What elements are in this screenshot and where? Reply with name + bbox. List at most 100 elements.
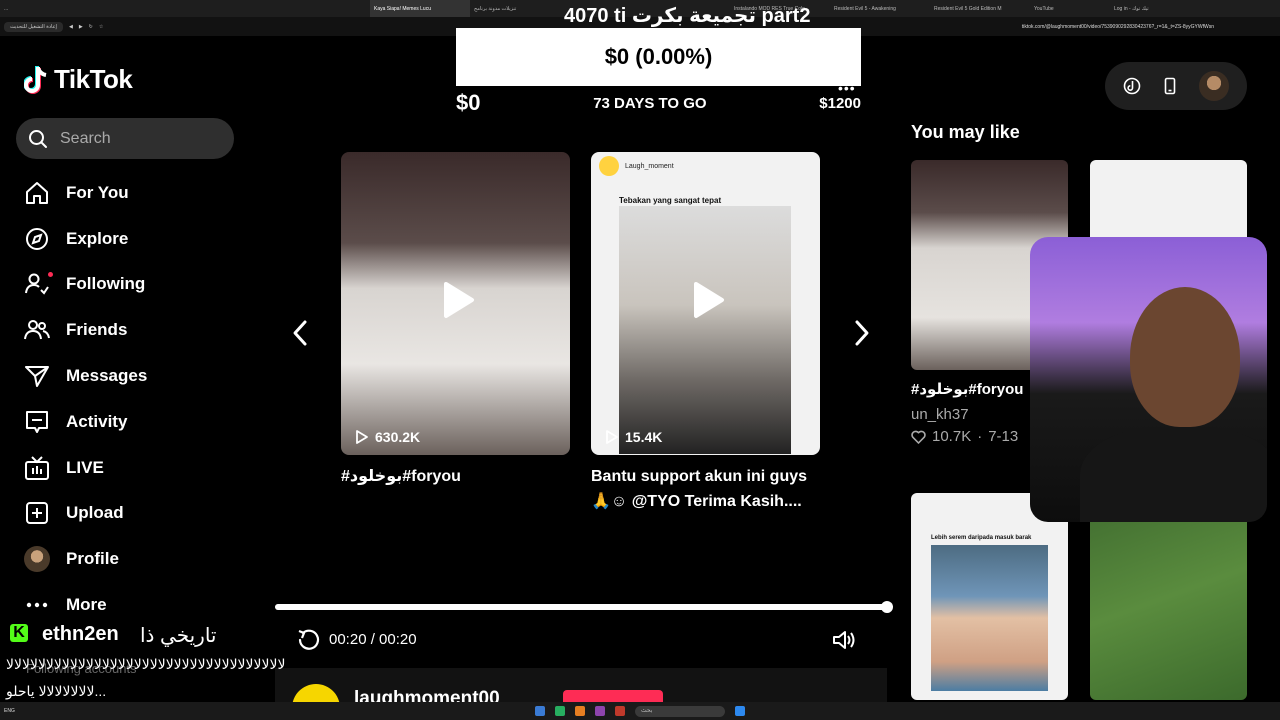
more-icon [26,602,48,608]
suggested-video[interactable]: Lebih serem daripada masuk barak [911,493,1068,700]
heart-icon [911,430,926,444]
play-outline-icon [606,430,618,444]
reload-icon[interactable]: ↻ [89,24,93,30]
more-options-icon[interactable]: ••• [838,80,856,96]
view-count-value: 630.2K [375,429,421,445]
sidebar-item-live[interactable]: LIVE [24,445,147,491]
video-card[interactable]: Laugh_moment Tebakan yang sangat tepat 1… [591,152,820,455]
sidebar-item-label: LIVE [66,457,104,477]
app-icon[interactable] [575,706,585,716]
sidebar-item-label: More [66,595,107,615]
friends-icon [24,320,50,340]
separator: · [977,428,983,445]
top-controls [1105,62,1247,110]
view-count: 630.2K [355,429,420,445]
reactivate-button[interactable]: إعادة التشغيل للتحديث [4,21,63,32]
search-input[interactable] [60,129,220,148]
suggested-username[interactable]: un_kh37 [911,406,969,423]
next-arrow-icon[interactable] [848,318,876,348]
os-taskbar: ENG بحث [0,702,1280,720]
language-indicator: ENG [4,708,15,714]
video-caption[interactable]: Bantu support akun ini guys 🙏☺ @TYO Teri… [591,464,820,514]
url-field[interactable]: tiktok.com/@laughmoment00/video/75390902… [1022,24,1214,30]
video-progress-bar[interactable] [275,601,893,613]
suggested-caption[interactable]: #بوخلود#foryou [911,380,1023,398]
sidebar-item-activity[interactable]: Activity [24,399,147,445]
video-card[interactable]: 630.2K [341,152,570,455]
search-box[interactable] [16,118,234,159]
play-icon [443,282,474,319]
streamer-webcam [1030,237,1267,522]
chat-message: ﻻﻻﻻﻻﻻﻻﻻ ياحلو... [6,683,107,699]
mobile-icon[interactable] [1161,77,1179,95]
app-icon[interactable] [615,706,625,716]
sidebar-item-explore[interactable]: Explore [24,216,147,262]
view-count-value: 15.4K [625,429,663,445]
sidebar-nav: For You Explore Following Friends Messag… [24,170,147,628]
app-icon[interactable] [535,706,545,716]
notification-dot [48,271,53,277]
star-icon[interactable]: ☆ [99,24,103,30]
forward-icon[interactable]: ▶ [79,24,83,30]
progress-fill [275,604,887,610]
messages-icon [25,366,49,388]
sidebar-item-profile[interactable]: Profile [24,536,147,582]
channel-name: Laugh_moment [625,162,674,170]
windows-icon[interactable] [735,706,745,716]
sidebar-item-upload[interactable]: Upload [24,491,147,537]
volume-icon[interactable] [832,629,856,651]
play-outline-icon [356,430,368,444]
view-count: 15.4K [605,429,662,445]
search-icon [29,129,47,148]
logo-text: TikTok [54,64,133,94]
sidebar-item-label: Profile [66,549,119,569]
user-avatar[interactable] [1199,71,1229,101]
webcam-face [1130,287,1240,427]
post-date: 7-13 [988,428,1019,445]
sidebar-item-friends[interactable]: Friends [24,307,147,353]
suggested-video[interactable] [1090,493,1247,700]
sidebar-item-following[interactable]: Following [24,262,147,308]
video-thumbnail [619,206,791,454]
goal-min: $0 [456,90,481,115]
sidebar-item-label: Following [66,274,146,294]
app-icon[interactable] [555,706,565,716]
suggested-thumbnail [931,545,1048,691]
sidebar-item-for-you[interactable]: For You [24,170,147,216]
avatar [24,546,50,573]
replay-icon[interactable] [297,628,321,652]
app-icon[interactable] [595,706,605,716]
sidebar-item-label: Messages [66,366,148,386]
browser-tab[interactable]: Log in - تيك توك [1110,6,1190,12]
compass-icon [26,227,48,250]
browser-tab[interactable]: YouTube [1030,6,1110,12]
sidebar-item-label: Upload [66,503,124,523]
goal-amount: $0 (0.00%) [456,28,861,86]
sidebar-item-label: Friends [66,320,128,340]
sidebar-item-more[interactable]: More [24,582,147,628]
channel-avatar [599,156,619,176]
browser-tab[interactable]: ... [0,6,370,12]
play-icon [693,282,724,319]
tiktok-coin-icon[interactable] [1123,77,1141,95]
sidebar-item-label: Explore [66,228,129,248]
browser-tab[interactable]: Resident Evil 5 Gold Edition M [930,6,1030,12]
suggested-stats: 10.7K · 7-13 [911,428,1018,445]
taskbar-search[interactable]: بحث [635,705,725,717]
sidebar-item-label: For You [66,182,129,202]
back-icon[interactable]: ◀ [69,24,73,30]
goal-title: 4070 ti تجميعة بكرت part2 [564,5,811,27]
goal-days: 73 DAYS TO GO [593,94,707,112]
goal-max: $1200 [819,94,861,112]
chat-message: ﻻﻻﻻﻻﻻﻻﻻﻻﻻﻻﻻﻻﻻﻻﻻﻻﻻﻻﻻﻻﻻﻻﻻﻻﻻﻻﻻﻻﻻﻻﻻﻻﻻﻻﻻ [6,656,286,672]
browser-tab-active[interactable]: Kaya Siapa! Memes Lucu [370,0,470,17]
following-icon [25,273,49,296]
sidebar-item-messages[interactable]: Messages [24,353,147,399]
browser-tab[interactable]: Resident Evil 5 - Awakening [830,6,930,12]
tiktok-logo[interactable]: TikTok [24,64,133,95]
prev-arrow-icon[interactable] [286,318,314,348]
goal-row: $0 73 DAYS TO GO $1200 [456,90,861,116]
progress-knob[interactable] [881,601,893,613]
upload-icon [26,502,48,525]
video-caption[interactable]: #بوخلود#foryou [341,464,570,489]
